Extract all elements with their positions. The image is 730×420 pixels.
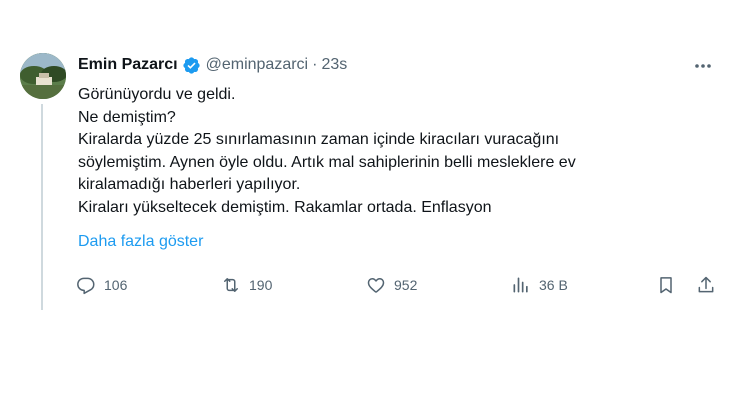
reply-icon [77,277,95,295]
retweet-icon [224,278,238,292]
tweet-text: Görünüyordu ve geldi. Ne demiştim? Kiral… [78,84,708,219]
retweet-count: 190 [249,277,273,293]
bookmark-button[interactable] [656,273,676,297]
retweet-button[interactable]: 190 [221,273,272,297]
bookmark-icon [660,277,672,294]
tweet-line: Ne demiştim? [78,108,176,126]
tweet-line: söylemiştim. Aynen öyle oldu. Artık mal … [78,153,576,171]
reply-button[interactable]: 106 [76,273,127,297]
separator-dot: · [312,56,318,73]
heart-icon [367,278,385,293]
like-count: 952 [394,277,418,293]
show-more-link[interactable]: Daha fazla göster [78,233,203,251]
tweet-header: Emin Pazarcı @eminpazarci · 23s [78,54,347,76]
tweet-line: Kiralarda yüzde 25 sınırlamasının zaman … [78,131,560,148]
share-button[interactable] [696,273,716,297]
tweet-line: kiralamadığı haberleri yapılıyor. [78,176,301,193]
author-name[interactable]: Emin Pazarcı [78,56,178,74]
avatar-image [20,53,66,99]
share-icon [698,276,714,293]
reply-count: 106 [104,277,128,293]
timestamp[interactable]: 23s [321,56,347,74]
action-bar: 106 190 952 36 B [76,273,726,297]
more-options-button[interactable] [690,56,716,76]
more-horizontal-icon [695,64,711,68]
author-handle[interactable]: @eminpazarci [206,56,309,74]
verified-badge-icon [182,56,200,74]
like-button[interactable]: 952 [366,273,417,297]
tweet-card: Emin Pazarcı @eminpazarci · 23s Görünüyo… [0,0,730,420]
thread-line [41,104,43,310]
views-button[interactable]: 36 B [511,273,568,297]
tweet-line: Kiraları yükseltecek demiştim. Rakamlar … [78,198,492,216]
views-count: 36 B [539,277,568,293]
views-chart-icon [513,277,528,293]
avatar[interactable] [20,53,66,99]
tweet-line: Görünüyordu ve geldi. [78,86,236,103]
